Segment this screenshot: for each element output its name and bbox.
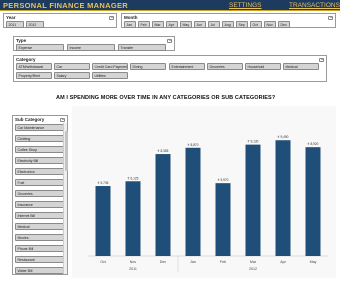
month-button-jan[interactable]: Jan <box>124 20 136 28</box>
category-button-dining[interactable]: Dining <box>130 63 166 70</box>
category-button-atm[interactable]: ATM/withdrawal <box>16 63 52 70</box>
chart-bar-jan[interactable] <box>185 147 201 256</box>
subcategory-button[interactable]: Movies <box>15 234 67 241</box>
type-button-transfer[interactable]: Transfer <box>118 43 166 51</box>
app-header: PERSONAL FINANCE MANAGER SETTINGS TRANSA… <box>0 0 340 11</box>
bar-data-label: ₹ 8,920 <box>308 142 319 146</box>
year-button-2011[interactable]: 2011 <box>6 20 24 28</box>
month-button-apr[interactable]: Apr <box>166 20 178 28</box>
clear-filter-icon[interactable] <box>319 57 324 62</box>
chart-bar-apr[interactable] <box>275 140 291 256</box>
type-button-income[interactable]: Income <box>67 43 115 51</box>
x-tick-label: Nov <box>130 260 137 264</box>
month-button-feb[interactable]: Feb <box>138 20 150 28</box>
type-slicer: Type Expense Income Transfer <box>13 36 175 51</box>
clear-filter-icon[interactable] <box>328 15 333 20</box>
month-button-dec[interactable]: Dec <box>278 20 290 28</box>
bar-data-label: ₹ 8,870 <box>188 143 199 147</box>
subcategory-button[interactable]: Clothing <box>15 135 67 142</box>
month-button-jul[interactable]: Jul <box>208 20 220 28</box>
settings-link[interactable]: SETTINGS <box>229 2 262 9</box>
category-button-salary[interactable]: Salary <box>54 72 90 79</box>
subcategory-button[interactable]: Electricity Bill <box>15 157 67 164</box>
subcategory-button[interactable]: Restaurant <box>15 256 67 263</box>
subcategory-button[interactable]: Internet Bill <box>15 212 67 219</box>
chart-bar-may[interactable] <box>305 147 321 256</box>
transactions-link[interactable]: TRANSACTIONS <box>289 2 340 9</box>
x-tick-label: Apr <box>280 260 286 264</box>
x-tick-label: Feb <box>220 260 226 264</box>
x-tick-label: Oct <box>100 260 106 264</box>
month-button-jun[interactable]: Jun <box>194 20 206 28</box>
category-button-household[interactable]: Household <box>245 63 281 70</box>
subcategory-button[interactable]: Coffee Shop <box>15 146 67 153</box>
slicer-scrollbar[interactable] <box>63 123 68 274</box>
subcategory-button[interactable]: Fuel <box>15 179 67 186</box>
type-slicer-title: Type <box>16 38 27 43</box>
subcategory-button[interactable]: Groceries <box>15 190 67 197</box>
subcategory-button[interactable]: Medical <box>15 223 67 230</box>
bar-data-label: ₹ 6,125 <box>128 176 139 180</box>
month-button-mar[interactable]: Mar <box>152 20 164 28</box>
category-slicer: Category ATM/withdrawal Car Credit Card … <box>13 55 327 82</box>
x-tick-label: Mar <box>250 260 257 264</box>
subcategory-button[interactable]: Electronics <box>15 168 67 175</box>
clear-filter-icon[interactable] <box>60 117 65 122</box>
x-tick-label: May <box>310 260 317 264</box>
subcategory-button[interactable]: Car Maintenance <box>15 124 67 131</box>
subcategory-button[interactable]: Water Bill <box>15 267 67 274</box>
subcategory-button[interactable]: Phone Bill <box>15 245 67 252</box>
bar-data-label: ₹ 5,970 <box>218 178 229 182</box>
year-slicer: Year 2011 2012 <box>3 13 117 28</box>
subcategory-button[interactable]: Insurance <box>15 201 67 208</box>
month-slicer: Month Jan Feb Mar Apr May Jun Jul Aug Se… <box>121 13 336 28</box>
chart-bar-feb[interactable] <box>215 183 231 256</box>
category-button-medical[interactable]: Medical <box>283 63 319 70</box>
chart-bar-mar[interactable] <box>245 144 261 256</box>
x-group-label: 2011 <box>129 267 137 271</box>
month-button-may[interactable]: May <box>180 20 192 28</box>
year-slicer-title: Year <box>6 15 16 20</box>
month-button-sep[interactable]: Sep <box>236 20 248 28</box>
category-button-groceries[interactable]: Groceries <box>207 63 243 70</box>
subcategory-slicer-title: Sub Category <box>15 117 45 122</box>
bar-data-label: ₹ 9,490 <box>278 135 289 139</box>
clear-filter-icon[interactable] <box>109 15 114 20</box>
x-tick-label: Dec <box>160 260 167 264</box>
category-button-car[interactable]: Car <box>54 63 90 70</box>
spending-chart: ₹ 5,735 Oct ₹ 6,125 Nov ₹ 8,355 Dec ₹ 8,870 Jan… <box>72 106 336 278</box>
page-question: AM I SPENDING MORE OVER TIME IN ANY CATE… <box>56 95 276 101</box>
bar-data-label: ₹ 9,130 <box>248 140 259 144</box>
bar-data-label: ₹ 8,355 <box>158 149 169 153</box>
year-button-2012[interactable]: 2012 <box>26 20 44 28</box>
type-button-expense[interactable]: Expense <box>16 43 64 51</box>
x-group-label: 2012 <box>249 267 257 271</box>
app-title: PERSONAL FINANCE MANAGER <box>3 1 128 10</box>
category-button-property[interactable]: Property/Rent <box>16 72 52 79</box>
x-tick-label: Jan <box>190 260 196 264</box>
category-button-utilities[interactable]: Utilities <box>92 72 128 79</box>
month-slicer-title: Month <box>124 15 138 20</box>
chart-bar-oct[interactable] <box>95 186 111 256</box>
month-button-nov[interactable]: Nov <box>264 20 276 28</box>
chart-bar-dec[interactable] <box>155 154 171 256</box>
category-button-entertainment[interactable]: Entertainment <box>169 63 205 70</box>
chart-bar-nov[interactable] <box>125 181 141 256</box>
bar-chart: ₹ 5,735 Oct ₹ 6,125 Nov ₹ 8,355 Dec ₹ 8,870 Jan… <box>88 135 328 272</box>
subcategory-slicer: Sub Category Car Maintenance Clothing Co… <box>12 115 68 275</box>
category-slicer-title: Category <box>16 57 36 62</box>
month-button-oct[interactable]: Oct <box>250 20 262 28</box>
category-button-credit-card[interactable]: Credit Card Payment <box>92 63 128 70</box>
scrollbar-thumb[interactable] <box>64 131 68 171</box>
clear-filter-icon[interactable] <box>167 38 172 43</box>
bar-data-label: ₹ 5,735 <box>98 181 109 185</box>
month-button-aug[interactable]: Aug <box>222 20 234 28</box>
